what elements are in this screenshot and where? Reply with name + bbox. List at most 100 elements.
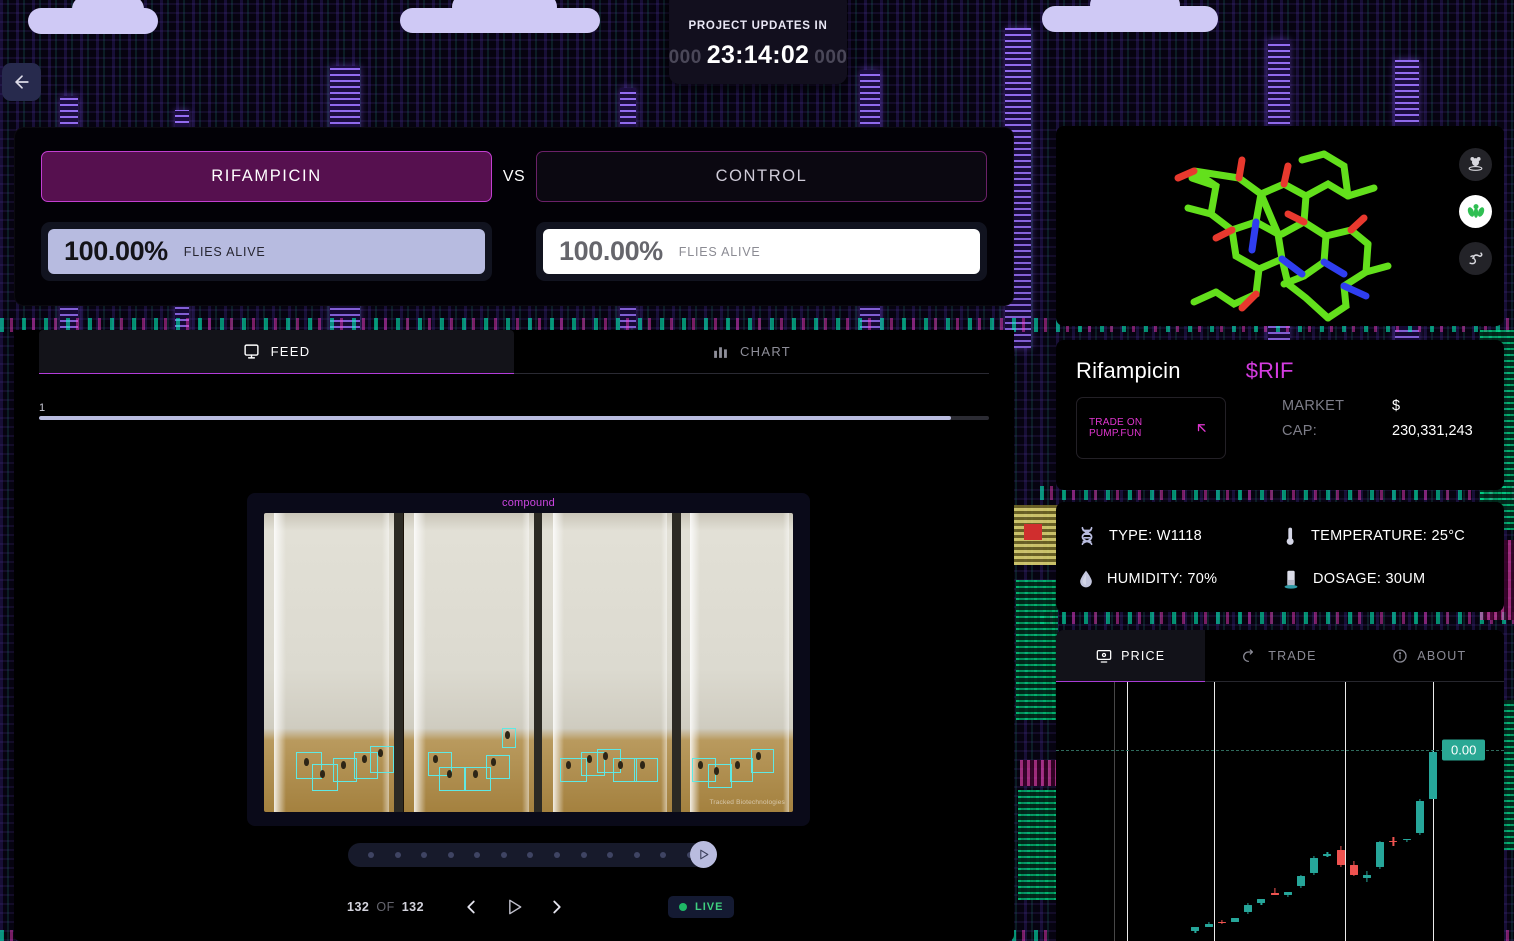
trade-on-pumpfun-label: TRADE ON PUMP.FUN <box>1089 417 1143 439</box>
carousel-dot[interactable] <box>544 852 571 858</box>
price-tabs: PRICE TRADE ABOUT <box>1056 630 1504 682</box>
spec-type-value: W1118 <box>1156 527 1203 544</box>
price-candlestick-chart[interactable]: 0.00 <box>1056 682 1504 941</box>
vial-icon <box>1284 570 1298 589</box>
spec-type-label: TYPE: <box>1109 527 1153 544</box>
token-ticker: $RIF <box>1245 358 1294 383</box>
mouse-icon <box>1468 157 1483 171</box>
chevron-right-icon <box>553 900 561 914</box>
back-button[interactable] <box>2 63 41 101</box>
carousel-play-button[interactable] <box>690 841 717 868</box>
candle-body <box>1323 853 1332 856</box>
chevron-left-icon <box>467 900 475 914</box>
arrow-up-left-icon <box>1198 424 1207 432</box>
spec-dosage: DOSAGE: 30UM <box>1280 557 1484 600</box>
experiment-video-player[interactable]: compound Tracked Biotechnologies <box>247 493 810 826</box>
carousel-dot[interactable] <box>438 852 465 858</box>
token-info-card: Rifampicin $RIF TRADE ON PUMP.FUN MARKET… <box>1056 340 1504 490</box>
feed-tabs: FEED CHART <box>14 330 1014 374</box>
trade-on-pumpfun-button[interactable]: TRADE ON PUMP.FUN <box>1076 397 1226 459</box>
survival-stats-row: 100.00% FLIES ALIVE 100.00% FLIES ALIVE <box>41 222 987 281</box>
progress-track[interactable] <box>39 416 989 420</box>
live-status-badge[interactable]: LIVE <box>668 896 735 918</box>
market-cap-label-line2: CAP: <box>1282 423 1318 440</box>
neon-strip-3 <box>1040 612 1514 624</box>
token-body: TRADE ON PUMP.FUN MARKET $ CAP: 230,331,… <box>1076 397 1484 459</box>
molecule-3d-render[interactable] <box>1056 126 1504 326</box>
carousel-dot[interactable] <box>385 852 412 858</box>
market-cap: MARKET $ CAP: 230,331,243 <box>1282 397 1473 459</box>
carousel-dot[interactable] <box>411 852 438 858</box>
chart-gridline <box>1345 682 1346 941</box>
carousel-dot[interactable] <box>570 852 597 858</box>
chart-gridline <box>1214 682 1215 941</box>
spec-humidity-label: HUMIDITY: <box>1107 570 1184 587</box>
fly <box>303 758 309 767</box>
play-pause-button[interactable] <box>504 897 524 917</box>
chart-gridline <box>1114 682 1115 941</box>
tab-price[interactable]: PRICE <box>1056 630 1206 682</box>
candlestick <box>1270 682 1279 941</box>
candlestick <box>1323 682 1332 941</box>
tab-trade-label: TRADE <box>1268 648 1317 663</box>
monitor-icon <box>243 344 259 359</box>
live-indicator-dot <box>679 903 687 911</box>
candlestick <box>1349 682 1358 941</box>
trade-arrow-icon <box>1243 648 1254 662</box>
control-tab[interactable]: CONTROL <box>536 151 987 202</box>
vial-gap-1 <box>394 513 404 812</box>
tab-chart[interactable]: CHART <box>514 330 989 374</box>
spec-humidity: HUMIDITY: 70% <box>1076 557 1280 600</box>
fly <box>361 755 367 764</box>
candlestick <box>1402 682 1411 941</box>
dna-icon <box>1081 526 1093 545</box>
spec-temperature-value: 25°C <box>1431 527 1466 544</box>
fly <box>565 761 571 770</box>
spec-temperature-label: TEMPERATURE: <box>1311 527 1428 544</box>
candle-body <box>1349 865 1358 875</box>
carousel-dot[interactable] <box>491 852 518 858</box>
comparison-section: RIFAMPICIN VS CONTROL 100.00% FLIES ALIV… <box>14 127 1014 306</box>
organism-mouse-button[interactable] <box>1459 148 1492 181</box>
treatment-percent: 100.00% <box>64 236 168 266</box>
carousel-dot[interactable] <box>464 852 491 858</box>
carousel-dot[interactable] <box>597 852 624 858</box>
playback-controls: 132 OF 132 LIVE <box>39 890 989 924</box>
organism-worm-button[interactable] <box>1459 242 1492 275</box>
thermometer-icon <box>1286 527 1294 545</box>
cloud-right-2 <box>1090 0 1180 18</box>
price-panel: PRICE TRADE ABOUT 0.00 <box>1056 630 1504 941</box>
carousel-dot[interactable] <box>517 852 544 858</box>
candle-body <box>1297 876 1305 886</box>
fly <box>446 770 452 779</box>
spec-dosage-label: DOSAGE: <box>1313 570 1382 587</box>
tab-about[interactable]: ABOUT <box>1354 630 1504 682</box>
current-price-tag: 0.00 <box>1442 739 1486 761</box>
spec-humidity-value: 70% <box>1187 570 1218 587</box>
fly-track-box <box>486 755 510 780</box>
candlestick <box>1204 682 1213 941</box>
frame-carousel[interactable] <box>348 841 717 868</box>
control-stat-card: 100.00% FLIES ALIVE <box>536 222 987 281</box>
token-header: Rifampicin $RIF <box>1076 358 1484 384</box>
next-frame-button[interactable] <box>546 896 568 918</box>
compound-selector-row: RIFAMPICIN VS CONTROL <box>41 151 987 202</box>
rifampicin-molecule-icon <box>1174 150 1392 322</box>
live-label: LIVE <box>695 901 724 913</box>
treatment-tab[interactable]: RIFAMPICIN <box>41 151 492 202</box>
feed-progress[interactable]: 1 <box>39 402 989 420</box>
experiment-specs-card: TYPE: W1118 TEMPERATURE: 25°C HUMIDITY: … <box>1056 502 1504 612</box>
fly <box>734 761 740 770</box>
carousel-dot[interactable] <box>650 852 677 858</box>
fly <box>602 752 608 761</box>
tab-feed[interactable]: FEED <box>39 330 514 374</box>
carousel-dot[interactable] <box>358 852 385 858</box>
tab-trade[interactable]: TRADE <box>1205 630 1355 682</box>
organism-fly-button[interactable] <box>1459 195 1492 228</box>
spec-dosage-value: 30UM <box>1385 570 1426 587</box>
carousel-dot[interactable] <box>623 852 650 858</box>
tab-feed-label: FEED <box>270 344 311 359</box>
previous-frame-button[interactable] <box>460 896 482 918</box>
arrow-left-icon <box>14 75 29 89</box>
fly <box>377 749 383 758</box>
